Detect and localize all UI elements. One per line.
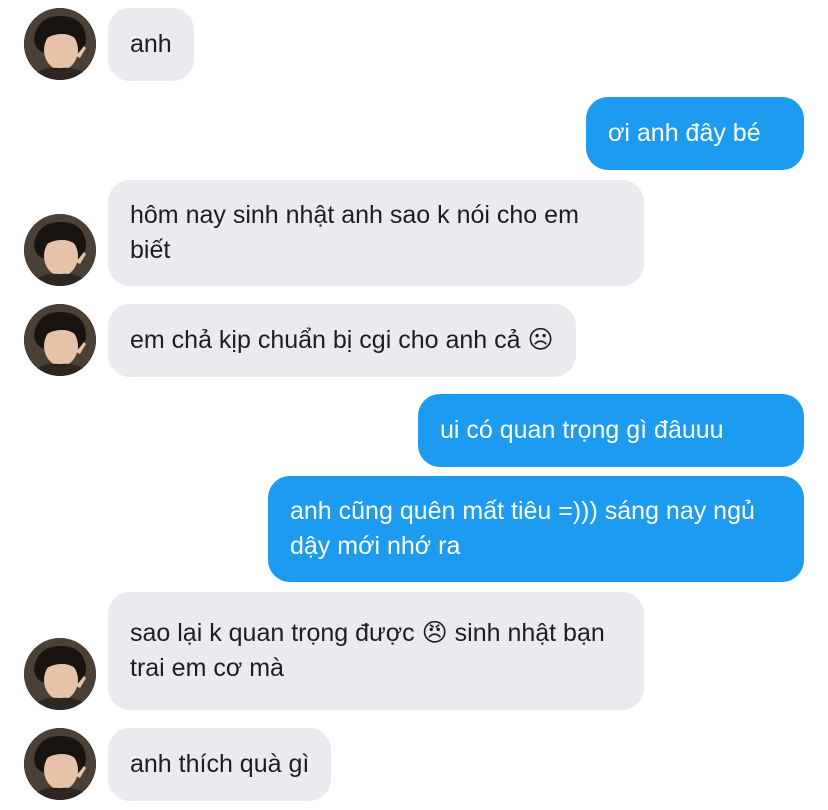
message-text: em chả kịp chuẩn bị cgi cho anh cả ☹: [130, 326, 554, 354]
message-bubble-incoming[interactable]: anh: [108, 8, 194, 81]
message-bubble-outgoing[interactable]: anh cũng quên mất tiêu =))) sáng nay ngủ…: [268, 476, 804, 582]
profile-photo-avatar-icon: [24, 8, 96, 80]
message-text: anh thích quà gì: [130, 750, 310, 778]
message-bubble-incoming[interactable]: sao lại k quan trọng được 😠 sinh nhật bạ…: [108, 592, 644, 710]
message-text: sao lại k quan trọng được 😠 sinh nhật bạ…: [130, 619, 612, 682]
profile-photo-avatar-icon: [24, 214, 96, 286]
message-bubble-incoming[interactable]: em chả kịp chuẩn bị cgi cho anh cả ☹: [108, 304, 576, 377]
message-text: ơi anh đây bé: [608, 119, 761, 147]
avatar[interactable]: [24, 728, 96, 800]
message-text: anh: [130, 30, 172, 58]
profile-photo-avatar-icon: [24, 304, 96, 376]
message-bubble-incoming[interactable]: anh thích quà gì: [108, 728, 332, 801]
avatar[interactable]: [24, 638, 96, 710]
profile-photo-avatar-icon: [24, 638, 96, 710]
message-text: anh cũng quên mất tiêu =))) sáng nay ngủ…: [290, 497, 762, 560]
message-text: hôm nay sinh nhật anh sao k nói cho em b…: [130, 201, 586, 264]
message-bubble-outgoing[interactable]: ơi anh đây bé: [586, 97, 804, 170]
message-text: ui có quan trọng gì đâuuu: [440, 416, 724, 444]
avatar[interactable]: [24, 304, 96, 376]
profile-photo-avatar-icon: [24, 728, 96, 800]
avatar[interactable]: [24, 214, 96, 286]
avatar[interactable]: [24, 8, 96, 80]
chat-thread: anh ơi anh đây bé hôm nay sinh nhật anh …: [0, 0, 828, 810]
message-bubble-incoming[interactable]: hôm nay sinh nhật anh sao k nói cho em b…: [108, 180, 644, 286]
message-bubble-outgoing[interactable]: ui có quan trọng gì đâuuu: [418, 394, 804, 467]
